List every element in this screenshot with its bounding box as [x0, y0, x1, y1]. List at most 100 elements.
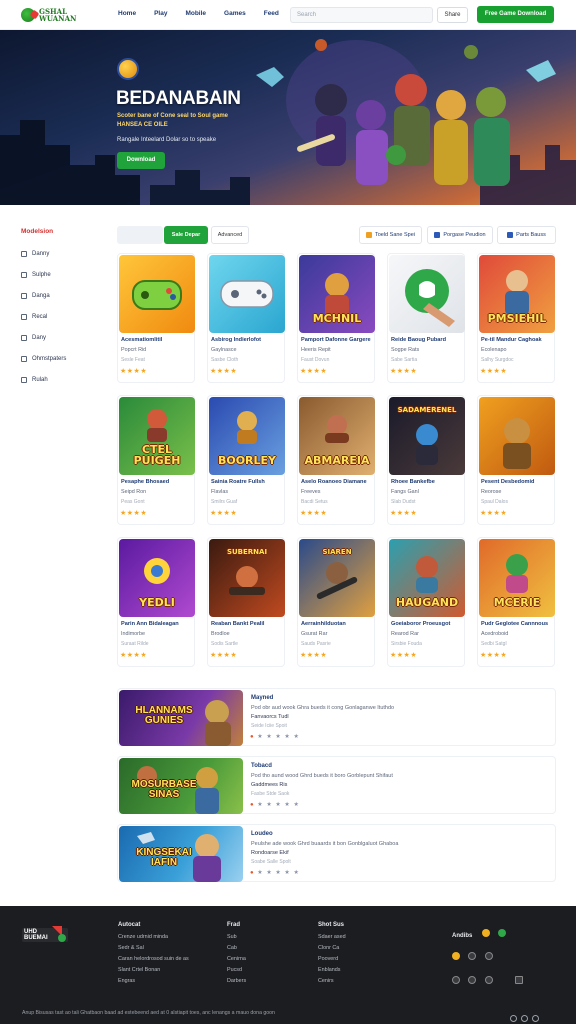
- game-title[interactable]: Sainia Roatre Fullsh: [211, 479, 285, 485]
- checkbox-icon[interactable]: [21, 292, 27, 299]
- game-title[interactable]: Pe-til Mandur Caghoak: [481, 337, 555, 343]
- social-icon-tv[interactable]: [515, 975, 524, 984]
- filter-advanced-button[interactable]: Advanced: [211, 226, 249, 244]
- footer-link[interactable]: Sub: [227, 934, 246, 940]
- list-item[interactable]: MOSURBASE SINAS Tobacd Pod tho aund wood…: [117, 756, 556, 814]
- search-input[interactable]: Search: [290, 7, 433, 23]
- game-card[interactable]: SIAREN Aerrainhilduotan Gsurat Rar Sauds Pa…: [297, 537, 375, 667]
- footer-link[interactable]: Clonr Ca: [318, 945, 346, 951]
- footer-link[interactable]: Pucsd: [227, 967, 246, 973]
- footer-link[interactable]: Engras: [118, 978, 189, 984]
- game-thumbnail[interactable]: BOORLEY: [209, 397, 285, 475]
- game-thumbnail[interactable]: PMSIEHIL: [479, 255, 555, 333]
- game-card[interactable]: HAUGAND Goeiaboror Proeusgot Rearod Rar Sir…: [387, 537, 465, 667]
- footer-link[interactable]: Caran helordrosod suin de as: [118, 956, 189, 962]
- game-thumbnail[interactable]: SADAMERENEL: [389, 397, 465, 475]
- footer-link[interactable]: Pooverd: [318, 956, 346, 962]
- social-icon-chat[interactable]: [468, 975, 477, 984]
- site-logo[interactable]: GSHAL WUANAN: [21, 6, 85, 24]
- game-title[interactable]: Reide Baoug Pubard: [391, 337, 465, 343]
- social-icon-globe[interactable]: [452, 975, 460, 984]
- game-thumbnail[interactable]: [209, 255, 285, 333]
- game-thumbnail[interactable]: MCERIE: [479, 539, 555, 617]
- game-thumbnail[interactable]: YEDLI: [119, 539, 195, 617]
- sidebar-item[interactable]: Rulah: [21, 374, 101, 385]
- nav-item-home[interactable]: Home: [118, 10, 136, 17]
- game-title[interactable]: Pesaphe Bhosaed: [121, 479, 195, 485]
- game-thumbnail[interactable]: [119, 255, 195, 333]
- globe-icon[interactable]: [510, 1015, 517, 1022]
- game-thumbnail[interactable]: [389, 255, 465, 333]
- download-cta-button[interactable]: Free Game Download: [477, 6, 554, 23]
- sidebar-item[interactable]: Ohmstpaters: [21, 353, 101, 364]
- footer-link[interactable]: Slant Crtel Bonan: [118, 967, 189, 973]
- game-title[interactable]: Asbirog Indierlofot: [211, 337, 285, 343]
- list-item[interactable]: KINGSEKAI IAFIN Loudeo Peulshe ade wook …: [117, 824, 556, 882]
- game-title[interactable]: Acesmatiomlitil: [121, 337, 195, 343]
- footer-link[interactable]: Crenze udrnid minda: [118, 934, 189, 940]
- sidebar-item[interactable]: Dany: [21, 332, 101, 343]
- game-card[interactable]: MCHNIL Pamport Dafonne Gargere Heeris Repi…: [297, 253, 375, 383]
- filter-primary-button[interactable]: Sale Depar: [164, 226, 208, 244]
- game-card[interactable]: PMSIEHIL Pe-til Mandur Caghoak Ecolenapo Sa…: [477, 253, 555, 383]
- game-title[interactable]: Pamport Dafonne Gargere: [301, 337, 375, 343]
- game-card[interactable]: YEDLI Parin Ann Bidaleagan Indimorbe Suraat…: [117, 537, 195, 667]
- footer-link[interactable]: Cab: [227, 945, 246, 951]
- filter-input[interactable]: [117, 226, 163, 244]
- game-card[interactable]: Acesmatiomlitil Popcrt Rid Sesle Feat ★★★★: [117, 253, 195, 383]
- game-card[interactable]: SADAMERENEL Rhoee Bankefbe Fangs Ganl Slab …: [387, 395, 465, 525]
- share-button[interactable]: Share: [437, 7, 468, 23]
- social-icon-moon[interactable]: [468, 951, 477, 960]
- game-thumbnail[interactable]: [479, 397, 555, 475]
- footer-link[interactable]: Darbers: [227, 978, 246, 984]
- checkbox-icon[interactable]: [21, 355, 27, 362]
- footer-link[interactable]: Enblands: [318, 967, 346, 973]
- game-card[interactable]: CTEL PUIGEH Pesaphe Bhosaed Seipd Ron Peas …: [117, 395, 195, 525]
- checkbox-icon[interactable]: [21, 334, 27, 341]
- game-title[interactable]: Rhoee Bankefbe: [391, 479, 465, 485]
- footer-link[interactable]: Cenirs: [318, 978, 346, 984]
- settings-icon[interactable]: [532, 1015, 539, 1022]
- sidebar-item[interactable]: Danga: [21, 290, 101, 301]
- social-icon-coin[interactable]: [452, 951, 460, 960]
- nav-item-games[interactable]: Games: [224, 10, 246, 17]
- tab-sort-1[interactable]: Toeld Sane Spei: [359, 226, 422, 244]
- game-card[interactable]: Asbirog Indierlofot Gaylnasce Sasbe Cloth ★…: [207, 253, 285, 383]
- hero-download-button[interactable]: Download: [117, 152, 165, 169]
- checkbox-icon[interactable]: [21, 376, 27, 383]
- game-title[interactable]: Pudr Geglotee Cannnous: [481, 621, 555, 627]
- game-card[interactable]: BOORLEY Sainia Roatre Fullsh Flavlas Smilrs…: [207, 395, 285, 525]
- footer-link[interactable]: Cenirna: [227, 956, 246, 962]
- game-title[interactable]: Reaban Bankt Pealil: [211, 621, 285, 627]
- sidebar-item[interactable]: Recal: [21, 311, 101, 322]
- footer-link[interactable]: Sdaer ased: [318, 934, 346, 940]
- social-icon-camera[interactable]: [484, 975, 493, 984]
- tab-sort-3[interactable]: Parts Bauss: [497, 226, 556, 244]
- game-thumbnail[interactable]: CTEL PUIGEH: [119, 397, 195, 475]
- game-thumbnail[interactable]: ABMAREIA: [299, 397, 375, 475]
- game-title[interactable]: Parin Ann Bidaleagan: [121, 621, 195, 627]
- footer-link[interactable]: Sedr & Sal: [118, 945, 189, 951]
- game-title[interactable]: Pesent Desbedomid: [481, 479, 555, 485]
- game-title[interactable]: Goeiaboror Proeusgot: [391, 621, 465, 627]
- list-item[interactable]: HLANNAMS GUNIES Mayned Pod obr aud wook …: [117, 688, 556, 746]
- game-card[interactable]: Pesent Desbedomid Reorose Spaul Dalos ★★★★: [477, 395, 555, 525]
- checkbox-icon[interactable]: [21, 271, 27, 278]
- game-thumbnail[interactable]: SUBERNAI: [209, 539, 285, 617]
- game-thumbnail[interactable]: MCHNIL: [299, 255, 375, 333]
- game-title[interactable]: Aerrainhilduotan: [301, 621, 375, 627]
- game-card[interactable]: ABMAREIA Aselo Roanoeo Diamane Freeves Bacd…: [297, 395, 375, 525]
- social-icon-gear[interactable]: [484, 951, 493, 960]
- game-card[interactable]: MCERIE Pudr Geglotee Cannnous Acedroboid Se…: [477, 537, 555, 667]
- sidebar-item[interactable]: Sulphe: [21, 269, 101, 280]
- game-title[interactable]: Aselo Roanoeo Diamane: [301, 479, 375, 485]
- checkbox-icon[interactable]: [21, 313, 27, 320]
- footer-logo[interactable]: UHD BUEMAI: [22, 924, 68, 946]
- sidebar-item[interactable]: Danny: [21, 248, 101, 259]
- checkbox-icon[interactable]: [21, 250, 27, 257]
- social-icon-play[interactable]: [498, 928, 507, 937]
- share-icon[interactable]: [521, 1015, 528, 1022]
- nav-item-mobile[interactable]: Mobile: [185, 10, 206, 17]
- game-thumbnail[interactable]: HAUGAND: [389, 539, 465, 617]
- nav-item-play[interactable]: Play: [154, 10, 167, 17]
